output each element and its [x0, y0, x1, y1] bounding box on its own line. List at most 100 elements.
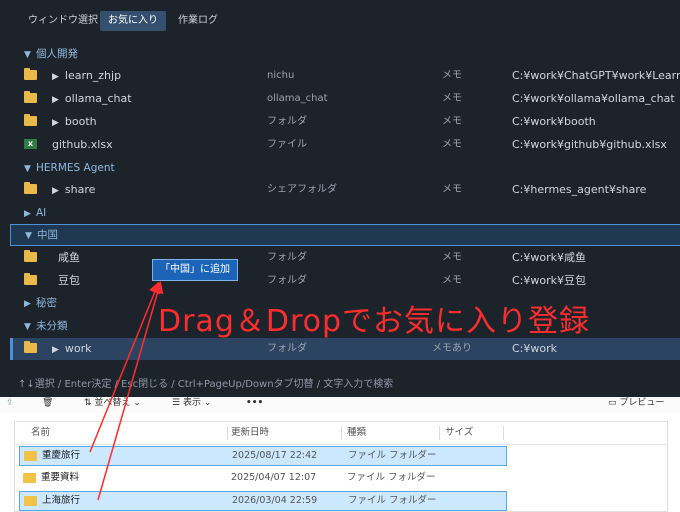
folder-icon	[24, 182, 37, 194]
group-personal[interactable]: ▼ 個人開発	[10, 43, 680, 65]
expand-icon[interactable]: ▶	[52, 118, 59, 128]
tab-favorites[interactable]: お気に入り	[100, 11, 166, 31]
file-row[interactable]: 重要資料 2025/04/07 12:07 ファイル フォルダー	[19, 469, 505, 487]
group-china[interactable]: ▼ 中国	[10, 224, 680, 246]
item-name: 咸鱼	[58, 251, 80, 264]
col-type[interactable]: 種類	[347, 422, 366, 444]
folder-icon	[23, 473, 36, 483]
folder-icon	[24, 91, 37, 103]
group-label: AI	[36, 207, 47, 219]
item-desc: フォルダ	[267, 116, 307, 127]
file-type: ファイル フォルダー	[347, 472, 436, 483]
item-memo[interactable]: メモ	[442, 111, 462, 133]
item-desc: シェアフォルダ	[267, 184, 337, 195]
expand-icon[interactable]: ▶	[52, 186, 59, 196]
item-path: C:¥work¥ChatGPT¥work¥LearnC	[512, 69, 680, 82]
column-separator[interactable]	[227, 426, 228, 440]
file-name: 上海旅行	[42, 495, 81, 506]
sort-button[interactable]: ⇅ 並べ替え ⌄	[84, 397, 141, 409]
item-memo[interactable]: メモ	[442, 179, 462, 201]
folder-icon	[24, 68, 37, 80]
file-row[interactable]: 重慶旅行 2025/08/17 22:42 ファイル フォルダー	[19, 446, 507, 466]
tab-bar: ウィンドウ選択 お気に入り 作業ログ	[0, 0, 680, 34]
column-separator[interactable]	[439, 426, 440, 440]
file-row[interactable]: 上海旅行 2026/03/04 22:59 ファイル フォルダー	[19, 491, 507, 511]
col-name[interactable]: 名前	[31, 422, 50, 444]
group-label: HERMES Agent	[36, 162, 115, 174]
preview-button[interactable]: ▭ プレビュー	[608, 397, 664, 409]
collapse-icon: ▼	[24, 164, 31, 174]
item-desc: nichu	[267, 70, 295, 81]
tab-window-select[interactable]: ウィンドウ選択	[20, 11, 106, 31]
chevron-down-icon: ⌄	[130, 398, 141, 408]
list-icon: ☰	[172, 398, 183, 408]
list-item[interactable]: 咸鱼 フォルダ メモ C:¥work¥咸鱼	[10, 247, 680, 269]
item-desc: フォルダ	[267, 252, 307, 263]
folder-icon	[24, 273, 37, 285]
collapse-icon: ▼	[24, 50, 31, 60]
collapse-icon: ▼	[24, 322, 31, 332]
item-name: learn_zhjp	[64, 69, 122, 82]
column-separator[interactable]	[341, 426, 342, 440]
list-item[interactable]: x github.xlsx ファイル メモ C:¥work¥github¥git…	[10, 134, 680, 156]
file-date: 2026/03/04 22:59	[232, 495, 318, 506]
group-label: 個人開発	[36, 48, 78, 60]
item-memo[interactable]: メモ	[442, 88, 462, 110]
item-name: work	[64, 342, 92, 355]
excel-file-icon: x	[24, 139, 37, 149]
trash-icon[interactable]: 🗑	[42, 397, 53, 409]
group-label: 秘密	[36, 297, 57, 309]
item-path: C:¥work	[512, 342, 558, 355]
item-path: C:¥work¥豆包	[512, 274, 587, 287]
column-separator[interactable]	[503, 426, 504, 440]
expand-icon: ▶	[24, 209, 31, 219]
folder-icon	[24, 451, 37, 461]
expand-icon: ▶	[24, 299, 31, 309]
expand-icon[interactable]: ▶	[52, 95, 59, 105]
list-item[interactable]: ▶ ollama_chat ollama_chat メモ C:¥work¥olla…	[10, 88, 680, 110]
sort-icon: ⇅	[84, 398, 95, 408]
folder-icon	[24, 250, 37, 262]
file-type: ファイル フォルダー	[348, 450, 437, 461]
folder-icon	[24, 496, 37, 506]
list-item[interactable]: 豆包 フォルダ メモ C:¥work¥豆包	[10, 270, 680, 292]
item-desc: ファイル	[267, 139, 307, 150]
item-memo[interactable]: メモ	[442, 134, 462, 156]
list-item[interactable]: ▶ booth フォルダ メモ C:¥work¥booth	[10, 111, 680, 133]
more-button[interactable]: •••	[246, 397, 263, 409]
drag-drop-annotation: Drag＆Dropでお気に入り登録	[158, 304, 591, 339]
file-date: 2025/08/17 22:42	[232, 450, 318, 461]
list-item[interactable]: ▶ learn_zhjp nichu メモ C:¥work¥ChatGPT¥wor…	[10, 65, 680, 87]
group-ai[interactable]: ▶ AI	[10, 202, 680, 224]
view-button[interactable]: ☰ 表示 ⌄	[172, 397, 211, 409]
item-path: C:¥work¥github¥github.xlsx	[512, 138, 667, 151]
item-name: share	[64, 183, 96, 196]
expand-icon[interactable]: ▶	[52, 72, 59, 82]
group-hermes[interactable]: ▼ HERMES Agent	[10, 157, 680, 179]
status-bar: ↑↓選択 / Enter決定 / Esc閉じる / Ctrl+PageUp/Do…	[18, 379, 394, 390]
expand-icon[interactable]: ▶	[52, 345, 59, 355]
preview-label: プレビュー	[619, 398, 665, 408]
item-path: C:¥hermes_agent¥share	[512, 183, 647, 196]
drop-tooltip: 「中国」に追加	[152, 259, 238, 281]
sort-label: 並べ替え	[94, 398, 131, 408]
col-size[interactable]: サイズ	[445, 422, 473, 444]
item-path: C:¥work¥ollama¥ollama_chat	[512, 92, 675, 105]
column-header: 名前 更新日時 種類 サイズ	[15, 422, 667, 445]
item-desc: フォルダ	[267, 343, 307, 354]
tab-work-log[interactable]: 作業ログ	[170, 11, 226, 31]
item-memo[interactable]: メモ	[442, 65, 462, 87]
chevron-down-icon: ⌄	[200, 398, 212, 408]
list-item-selected[interactable]: ▶ work フォルダ メモあり C:¥work	[10, 338, 680, 360]
col-date[interactable]: 更新日時	[231, 422, 269, 444]
list-item[interactable]: ▶ share シェアフォルダ メモ C:¥hermes_agent¥share	[10, 179, 680, 201]
item-name: github.xlsx	[52, 138, 113, 151]
item-name: 豆包	[58, 274, 80, 287]
share-icon[interactable]: ⇪	[6, 397, 14, 409]
folder-icon	[24, 114, 37, 126]
item-name: booth	[64, 115, 97, 128]
item-memo[interactable]: メモ	[442, 270, 462, 292]
explorer-toolbar: ⇪ 🗑 ⇅ 並べ替え ⌄ ☰ 表示 ⌄ ••• ▭ プレビュー	[0, 397, 680, 413]
item-memo[interactable]: メモ	[442, 247, 462, 269]
item-memo[interactable]: メモあり	[432, 338, 472, 360]
